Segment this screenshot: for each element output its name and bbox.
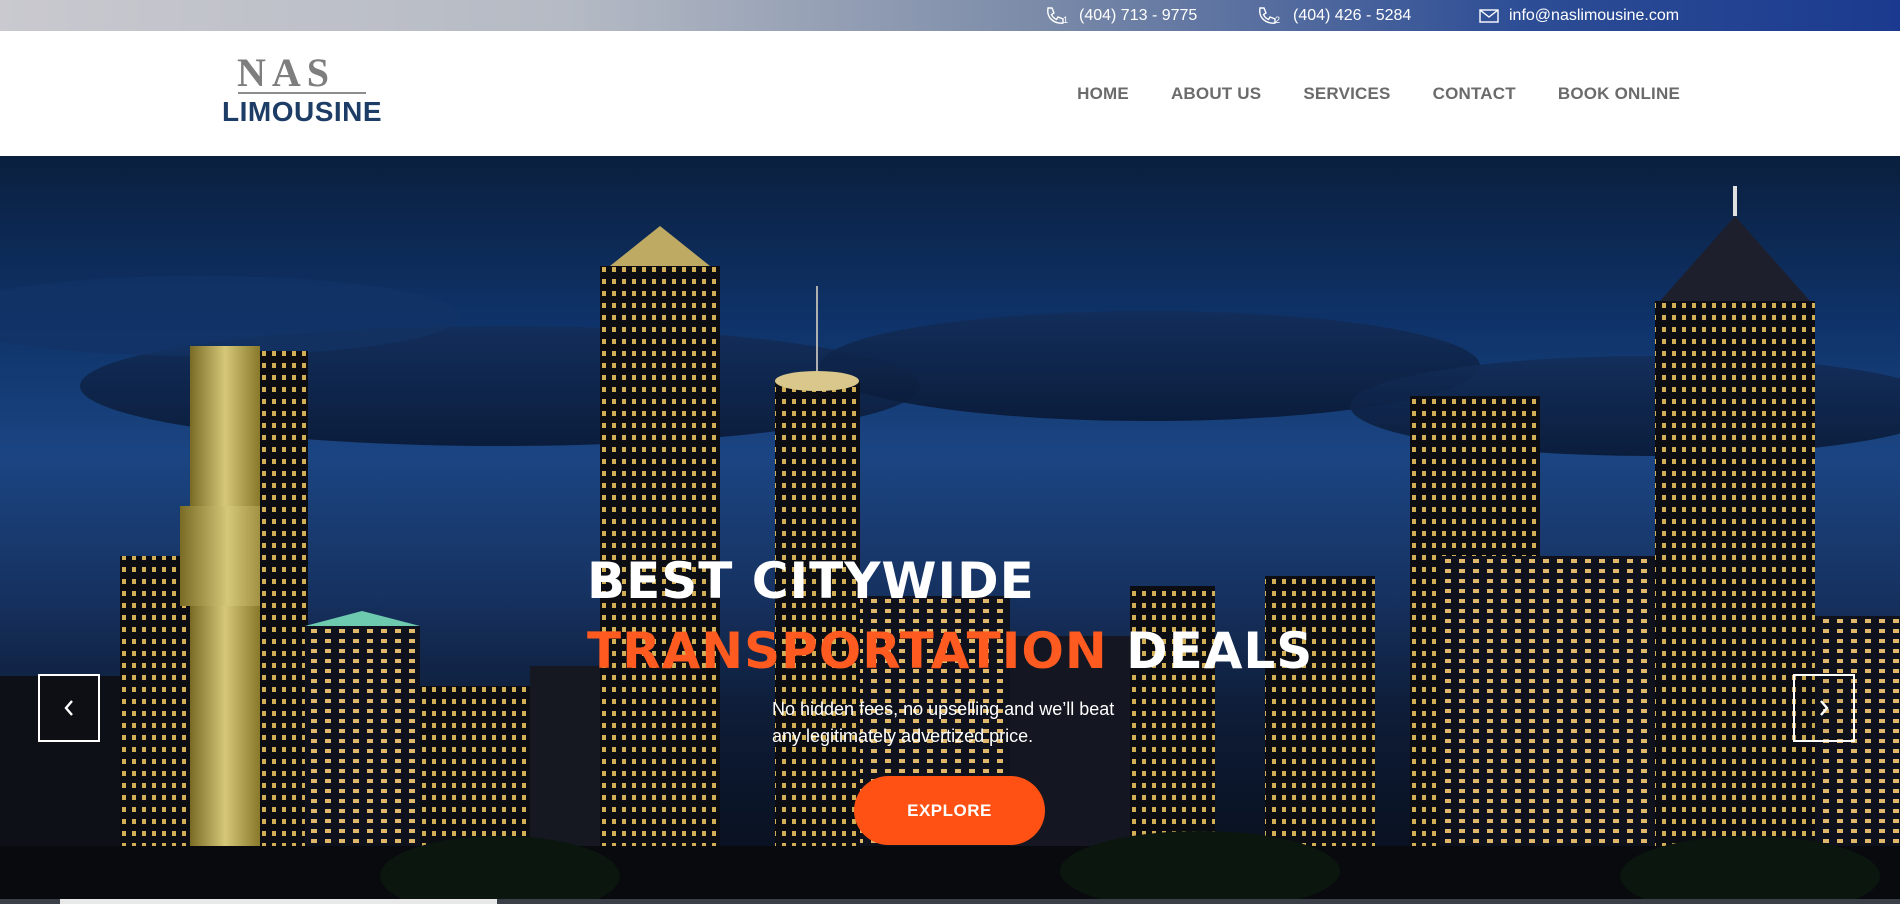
logo-divider <box>238 92 366 94</box>
main-nav: HOME ABOUT US SERVICES CONTACT BOOK ONLI… <box>1035 31 1680 156</box>
nav-book-online[interactable]: BOOK ONLINE <box>1558 84 1680 104</box>
phone-icon: 1 <box>1047 6 1068 25</box>
nav-contact[interactable]: CONTACT <box>1433 84 1516 104</box>
phone-1-text: (404) 713 - 9775 <box>1079 6 1198 24</box>
hero-subtext-line-2: any legitimately advertized price. <box>772 726 1034 746</box>
headline-line-2: TRANSPORTATION DEALS <box>587 616 1313 686</box>
slider-progress-bar <box>0 899 1900 904</box>
logo-limousine-text: LIMOUSINE <box>222 96 383 127</box>
headline-line-1: BEST CITYWIDE <box>587 552 1035 610</box>
explore-button[interactable]: EXPLORE <box>854 776 1045 845</box>
svg-text:2: 2 <box>1275 15 1280 25</box>
top-contact-bar: 1 (404) 713 - 9775 2 (404) 426 - 5284 in… <box>0 0 1900 31</box>
headline-rest: DEALS <box>1107 622 1314 680</box>
phone-icon: 2 <box>1259 6 1280 25</box>
email-text: info@naslimousine.com <box>1509 6 1680 24</box>
headline-accent-word: TRANSPORTATION <box>587 622 1108 680</box>
site-logo[interactable]: NAS LIMOUSINE <box>222 53 384 128</box>
slider-next-button[interactable] <box>1793 674 1855 742</box>
hero-slider: BEST CITYWIDE TRANSPORTATION DEALS No hi… <box>0 156 1900 904</box>
hero-subtext: No hidden fees, no upselling and we’ll b… <box>772 696 1152 750</box>
mail-icon <box>1479 8 1499 23</box>
slider-prev-button[interactable] <box>38 674 100 742</box>
hero-subtext-line-1: No hidden fees, no upselling and we’ll b… <box>772 699 1115 719</box>
phone-2-link[interactable]: 2 (404) 426 - 5284 <box>1257 0 1411 31</box>
chevron-left-icon <box>64 700 73 716</box>
chevron-right-icon <box>1820 700 1829 716</box>
email-link[interactable]: info@naslimousine.com <box>1479 0 1679 31</box>
phone-1-link[interactable]: 1 (404) 713 - 9775 <box>1045 0 1197 31</box>
slider-progress-fill <box>60 899 497 904</box>
nav-home[interactable]: HOME <box>1077 84 1129 104</box>
site-header: NAS LIMOUSINE HOME ABOUT US SERVICES CON… <box>0 31 1900 156</box>
nav-about-us[interactable]: ABOUT US <box>1171 84 1261 104</box>
logo-nas-text: NAS <box>237 50 336 95</box>
nav-services[interactable]: SERVICES <box>1303 84 1390 104</box>
hero-headline: BEST CITYWIDE TRANSPORTATION DEALS <box>587 546 1313 686</box>
phone-2-text: (404) 426 - 5284 <box>1293 6 1412 24</box>
svg-text:1: 1 <box>1063 15 1068 25</box>
